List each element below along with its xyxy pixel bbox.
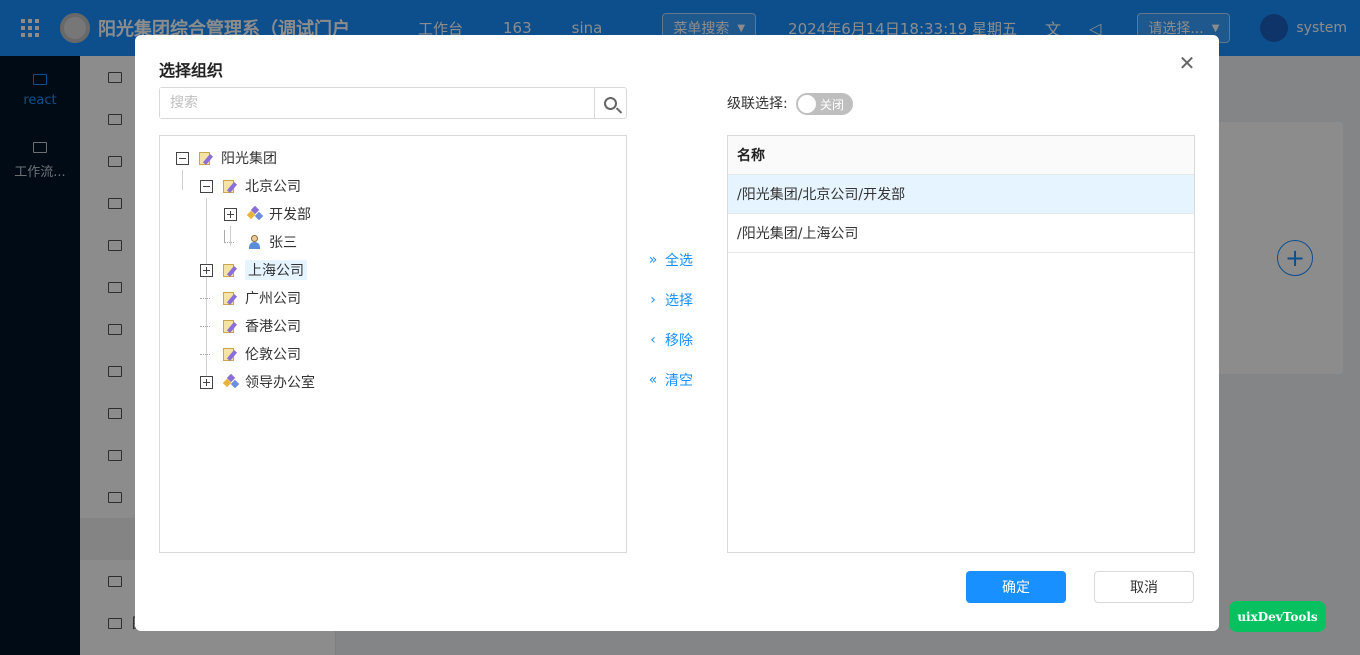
chevron-left-icon: ‹ [650, 332, 656, 348]
tree-node[interactable]: 开发部 [224, 202, 311, 226]
user-icon [247, 235, 263, 249]
org-tree: 阳光集团北京公司开发部张三上海公司广州公司香港公司伦敦公司领导办公室 [159, 135, 627, 553]
expand-icon[interactable] [200, 375, 213, 389]
selected-table: 名称 /阳光集团/北京公司/开发部 /阳光集团/上海公司 [727, 135, 1195, 553]
tree-node-label: 张三 [269, 235, 297, 251]
department-icon [222, 373, 240, 389]
expand-icon[interactable] [200, 263, 213, 277]
search-icon [604, 96, 617, 110]
switch-text: 关闭 [820, 97, 845, 112]
tree-node-label: 广州公司 [245, 291, 301, 307]
tree-node[interactable]: 北京公司 [200, 174, 301, 198]
collapse-icon[interactable] [176, 151, 189, 165]
cancel-button[interactable]: 取消 [1094, 571, 1194, 603]
organization-icon [223, 291, 239, 305]
cascade-switch[interactable]: 关闭 [796, 93, 853, 115]
table-row[interactable]: /阳光集团/北京公司/开发部 [728, 175, 1194, 214]
tree-connector [200, 348, 213, 361]
tree-connector [200, 320, 213, 333]
close-icon[interactable]: ✕ [1175, 51, 1199, 75]
select-org-modal: 选择组织 ✕ 阳光集团北京公司开发部张三上海公司广州公司香港公司伦敦公司领导办公… [135, 35, 1219, 631]
table-header: 名称 [728, 136, 1194, 175]
organization-icon [223, 263, 239, 277]
tree-node[interactable]: 香港公司 [200, 314, 301, 338]
remove-button[interactable]: ‹ 移除 [643, 328, 693, 352]
collapse-icon[interactable] [200, 179, 213, 193]
organization-icon [223, 347, 239, 361]
department-icon [246, 205, 264, 221]
tree-line [182, 170, 183, 190]
select-all-button[interactable]: » 全选 [643, 248, 693, 272]
tree-node-label: 阳光集团 [221, 151, 277, 167]
tree-node-label: 上海公司 [245, 260, 307, 280]
organization-icon [223, 319, 239, 333]
tree-node-label: 领导办公室 [245, 375, 315, 391]
tree-node[interactable]: 领导办公室 [200, 370, 315, 394]
double-chevron-left-icon: « [648, 372, 658, 388]
tree-node[interactable]: 阳光集团 [176, 146, 277, 170]
devtools-button[interactable]: uixDevTools [1229, 601, 1326, 632]
cascade-label: 级联选择: [727, 96, 788, 112]
tree-node-label: 北京公司 [245, 179, 301, 195]
chevron-right-icon: › [650, 292, 656, 308]
tree-connector [200, 292, 213, 305]
organization-icon [223, 179, 239, 193]
tree-node-label: 开发部 [269, 207, 311, 223]
select-button[interactable]: › 选择 [643, 288, 693, 312]
search-input[interactable] [160, 88, 594, 118]
search-box [159, 87, 627, 119]
clear-button[interactable]: « 清空 [643, 368, 693, 392]
tree-node[interactable]: 伦敦公司 [200, 342, 301, 366]
table-row[interactable]: /阳光集团/上海公司 [728, 214, 1194, 253]
switch-knob [798, 95, 816, 113]
expand-icon[interactable] [224, 207, 237, 221]
tree-node[interactable]: 上海公司 [200, 258, 307, 282]
tree-node-label: 伦敦公司 [245, 347, 301, 363]
tree-node-label: 香港公司 [245, 319, 301, 335]
organization-icon [199, 151, 215, 165]
modal-title: 选择组织 [159, 61, 224, 80]
confirm-button[interactable]: 确定 [966, 571, 1066, 603]
tree-node[interactable]: 广州公司 [200, 286, 301, 310]
tree-node[interactable]: 张三 [224, 229, 297, 254]
tree-connector [224, 229, 237, 249]
double-chevron-right-icon: » [648, 252, 658, 268]
search-button[interactable] [594, 88, 626, 118]
